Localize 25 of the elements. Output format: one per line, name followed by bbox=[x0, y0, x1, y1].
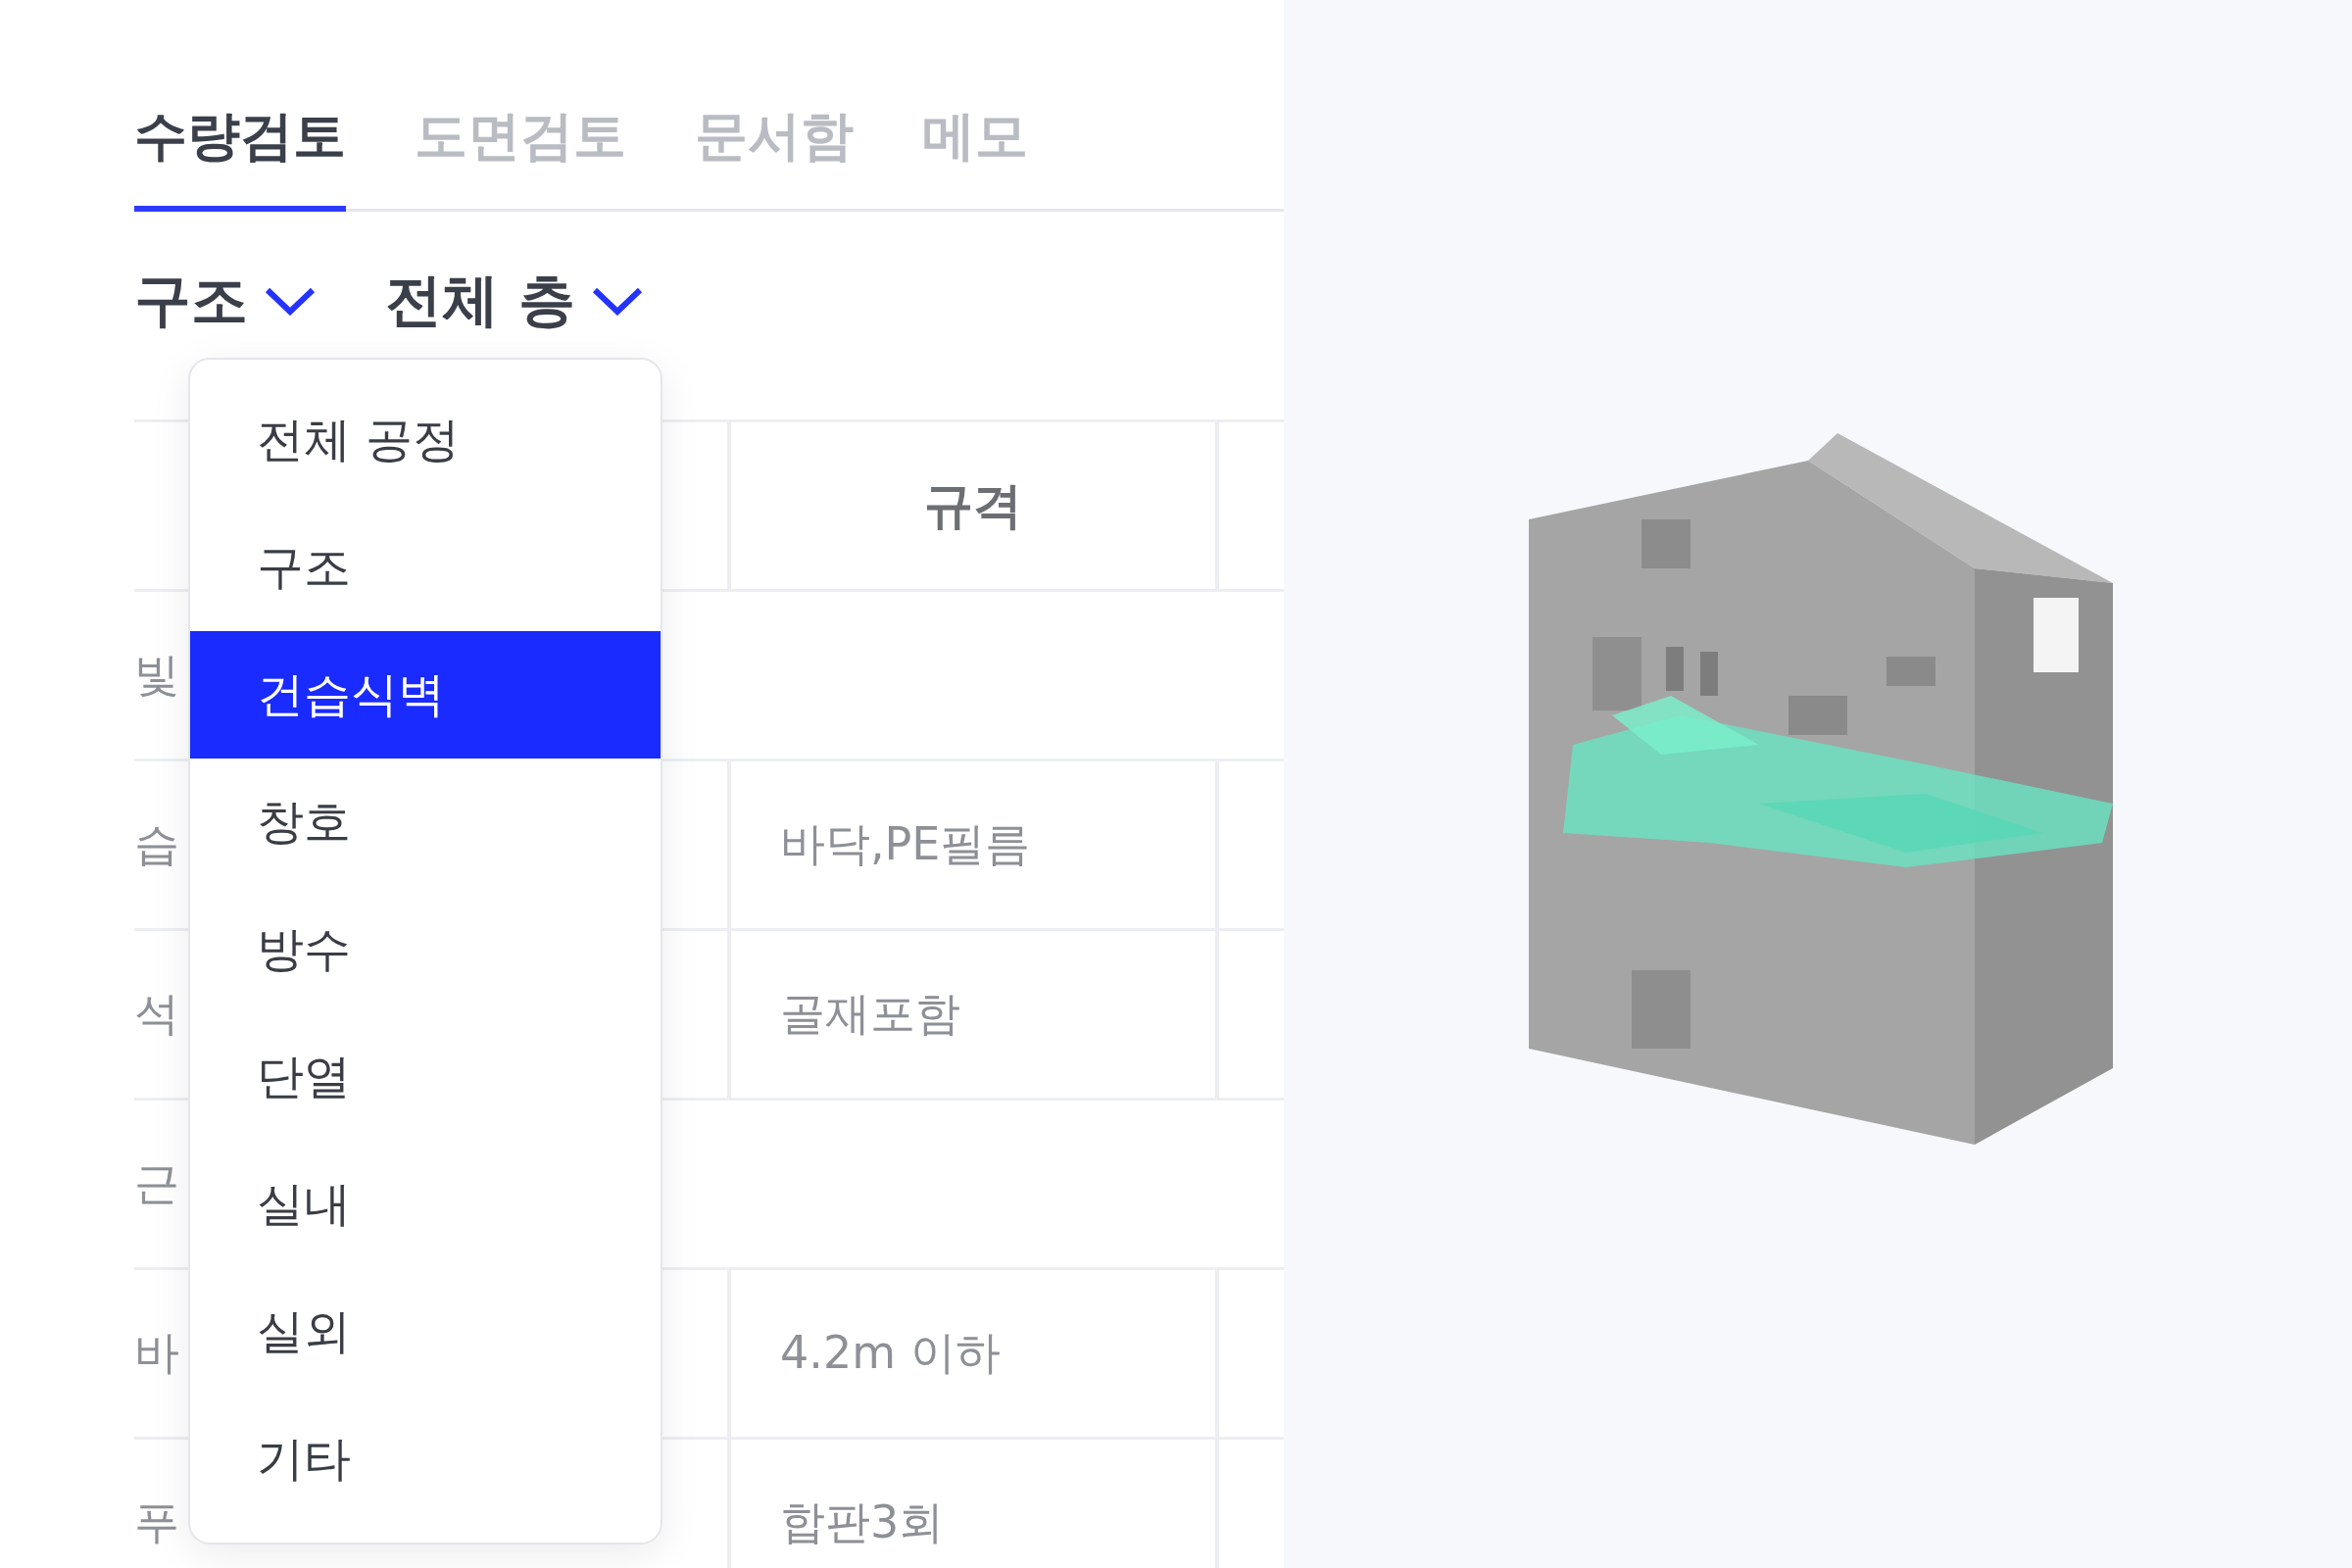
chevron-down-icon[interactable] bbox=[591, 286, 645, 316]
menu-item[interactable]: 단열 bbox=[190, 1013, 661, 1141]
table-cell: 바닥,PE필름 bbox=[727, 761, 1215, 928]
menu-item[interactable]: 창호 bbox=[190, 759, 661, 886]
menu-item[interactable]: 전체 공정 bbox=[190, 376, 661, 504]
chevron-down-icon[interactable] bbox=[264, 286, 317, 316]
menu-item[interactable]: 기타 bbox=[190, 1396, 661, 1523]
table-cell-text: 바 bbox=[134, 1325, 179, 1381]
filter-dropdown[interactable]: 전체 층 bbox=[385, 263, 576, 339]
table-cell: 합판3회 bbox=[727, 1440, 1215, 1568]
menu-item[interactable]: 구조 bbox=[190, 504, 661, 631]
group-label: 빛 bbox=[134, 647, 179, 703]
group-label: 근 bbox=[134, 1155, 179, 1211]
tab[interactable]: 수량검토 bbox=[134, 103, 346, 212]
filter-dropdown[interactable]: 구조 bbox=[134, 263, 248, 339]
column-header: 규격 bbox=[727, 422, 1215, 589]
menu-item[interactable]: 실내 bbox=[190, 1141, 661, 1268]
table-cell-text: 석 bbox=[134, 986, 179, 1042]
table-cell: 골재포함 bbox=[727, 931, 1215, 1098]
table-cell-text: 습 bbox=[134, 816, 179, 872]
table-cell-text: 푸 bbox=[134, 1494, 179, 1550]
menu-item[interactable]: 실외 bbox=[190, 1268, 661, 1396]
menu-item[interactable]: 건습식벽 bbox=[190, 631, 661, 759]
table-cell: 4.2m 이하 bbox=[727, 1270, 1215, 1437]
menu-item[interactable]: 방수 bbox=[190, 886, 661, 1013]
